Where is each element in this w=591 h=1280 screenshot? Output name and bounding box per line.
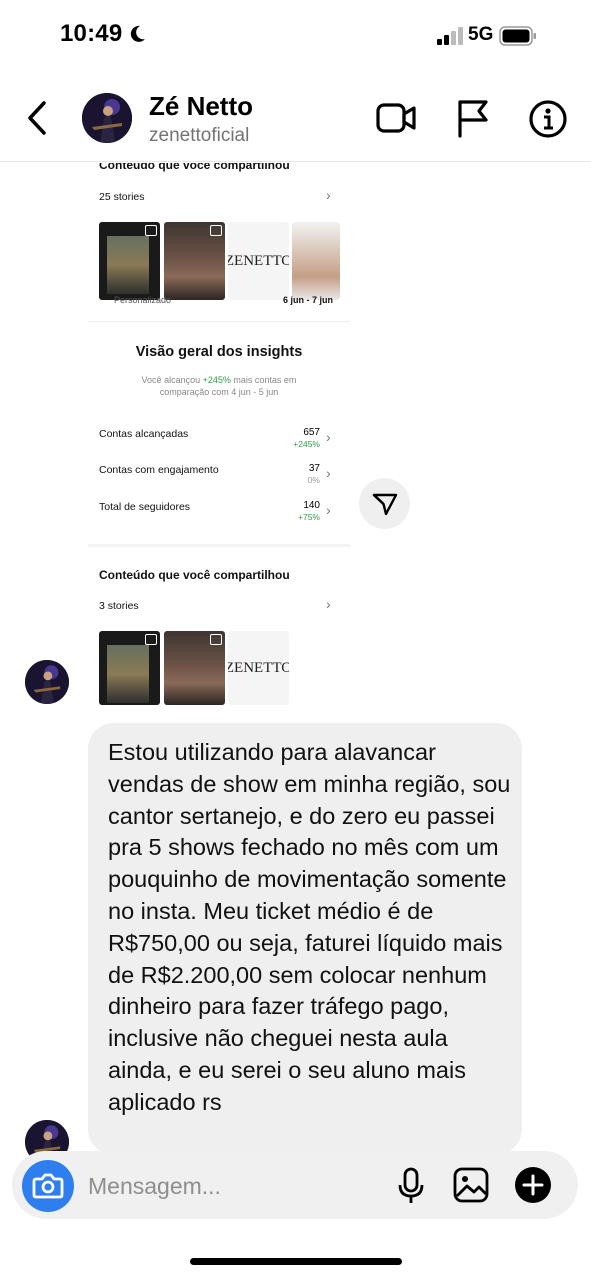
story-thumbnail-logo: ZENETTO bbox=[228, 222, 289, 300]
stat-change: +75% bbox=[298, 512, 320, 522]
filter-left: Personalizado bbox=[114, 295, 172, 305]
flag-icon[interactable] bbox=[455, 98, 491, 138]
chevron-right-icon: › bbox=[326, 596, 331, 612]
gallery-icon[interactable] bbox=[452, 1166, 490, 1204]
status-time: 10:49 bbox=[60, 20, 123, 47]
reach-line: Você alcançou +245% mais contas em bbox=[88, 375, 350, 385]
message-input[interactable] bbox=[88, 1170, 378, 1202]
stat-value: 37 bbox=[308, 463, 320, 474]
header-divider bbox=[0, 161, 591, 162]
add-icon[interactable] bbox=[514, 1166, 552, 1204]
header-avatar[interactable] bbox=[82, 93, 132, 143]
chevron-right-icon: › bbox=[326, 187, 331, 203]
share-button[interactable] bbox=[359, 478, 410, 529]
reach-suffix: mais contas em bbox=[233, 375, 297, 385]
story-thumbnail bbox=[99, 631, 160, 705]
filter-right: 6 jun - 7 jun bbox=[283, 295, 334, 305]
signal-icon bbox=[437, 27, 463, 45]
chevron-right-icon: › bbox=[326, 502, 331, 518]
contact-name[interactable]: Zé Netto bbox=[149, 91, 253, 122]
message-text: Estou utilizando para alavancar vendas d… bbox=[108, 739, 511, 1115]
video-call-icon[interactable] bbox=[375, 100, 417, 136]
story-thumbnail bbox=[164, 222, 225, 300]
home-indicator[interactable] bbox=[190, 1258, 402, 1265]
camera-icon bbox=[32, 1173, 64, 1199]
chevron-right-icon: › bbox=[326, 429, 331, 445]
battery-icon bbox=[499, 26, 536, 46]
moon-icon bbox=[130, 25, 145, 42]
story-thumbnail bbox=[164, 631, 225, 705]
story-thumbnail-logo: ZENETTO bbox=[228, 631, 289, 705]
reach-pct: +245% bbox=[202, 375, 231, 385]
camera-button[interactable] bbox=[22, 1160, 74, 1212]
send-icon bbox=[372, 493, 398, 516]
contact-username[interactable]: zenettoficial bbox=[149, 125, 249, 147]
stories-count: 3 stories bbox=[99, 600, 139, 612]
stat-value: 657 bbox=[303, 427, 320, 438]
reach-line-2: comparação com 4 jun - 5 jun bbox=[159, 387, 279, 397]
stat-value: 140 bbox=[303, 500, 320, 511]
reach-prefix: Você alcançou bbox=[141, 375, 201, 385]
info-icon[interactable] bbox=[528, 99, 568, 139]
stat-label: Total de seguidores bbox=[99, 501, 191, 513]
stat-change: +245% bbox=[293, 439, 320, 449]
network-label: 5G bbox=[468, 24, 494, 45]
story-thumbnail bbox=[292, 222, 340, 300]
chevron-right-icon: › bbox=[326, 465, 331, 481]
stat-label: Contas alcançadas bbox=[99, 428, 189, 440]
sender-avatar[interactable] bbox=[25, 660, 69, 704]
cut-title: Conteudo que voce compartilhou bbox=[99, 163, 290, 172]
shared-title: Conteúdo que você compartilhou bbox=[99, 568, 290, 582]
stories-count-top: 25 stories bbox=[99, 191, 145, 203]
card-divider bbox=[88, 544, 350, 547]
insights-title: Visão geral dos insights bbox=[135, 344, 303, 360]
card-divider bbox=[88, 321, 350, 322]
stat-change: 0% bbox=[307, 475, 320, 485]
story-thumbnail bbox=[99, 222, 160, 300]
microphone-icon[interactable] bbox=[396, 1166, 426, 1206]
back-icon[interactable] bbox=[24, 98, 54, 138]
shared-screenshot[interactable]: Conteudo que voce compartilhou 25 storie… bbox=[88, 163, 350, 705]
stat-label: Contas com engajamento bbox=[99, 464, 219, 476]
